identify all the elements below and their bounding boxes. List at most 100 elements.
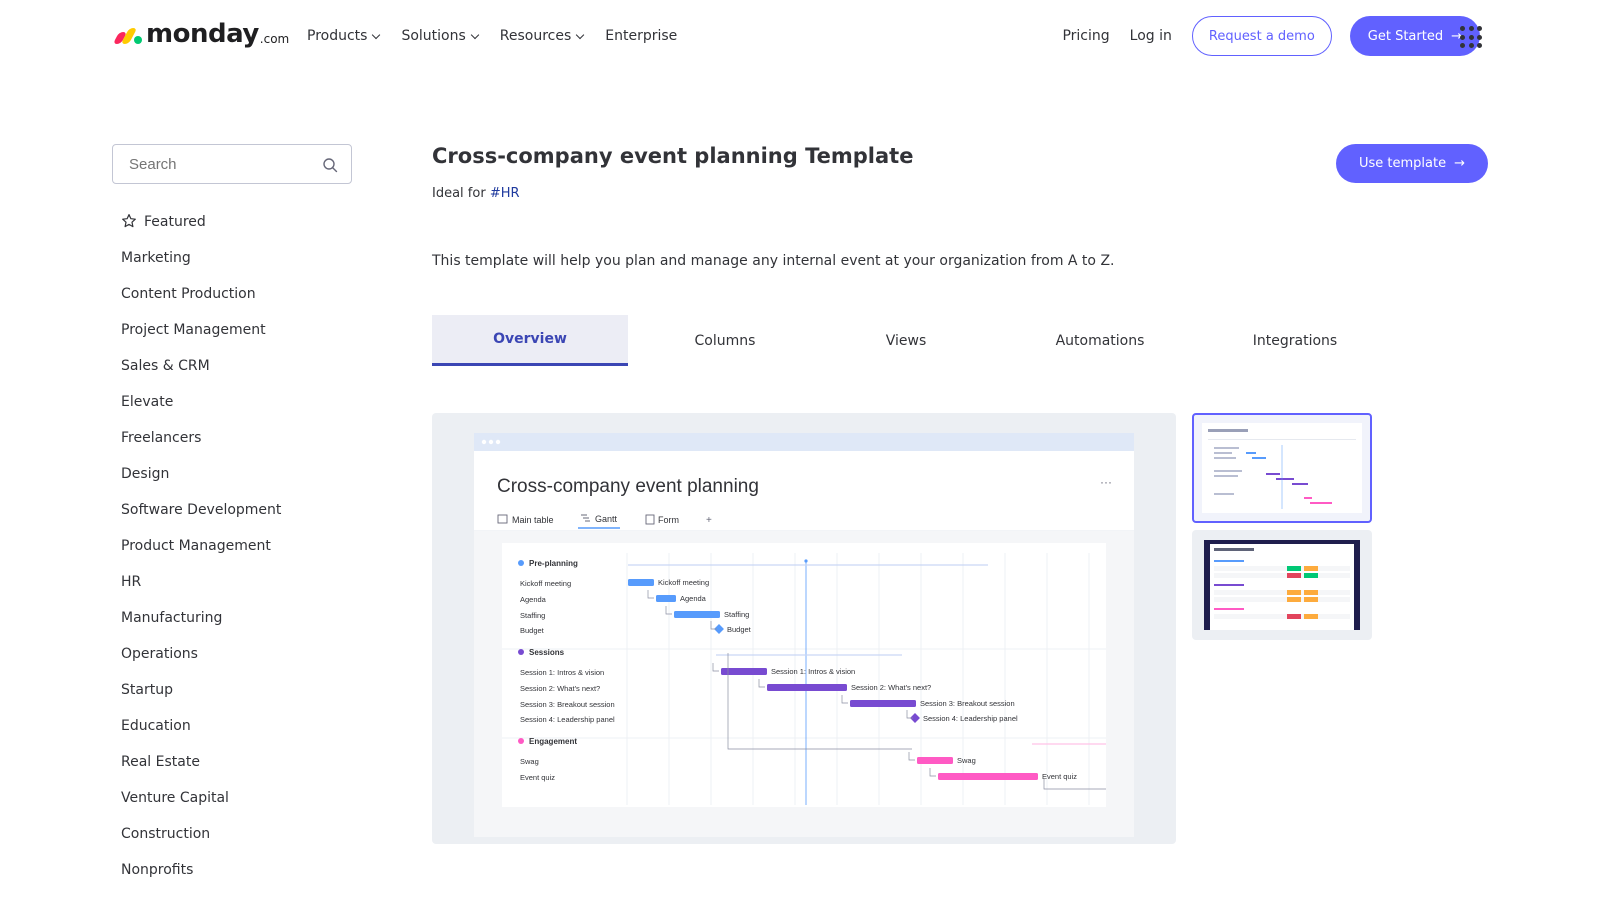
sidebar-item-label: Project Management: [121, 322, 266, 338]
ideal-for: Ideal for #HR: [432, 186, 520, 201]
sidebar-item-nonprofits[interactable]: Nonprofits: [121, 860, 281, 896]
sidebar-item-product-management[interactable]: Product Management: [121, 536, 281, 572]
template-tabs: Overview Columns Views Automations Integ…: [432, 315, 1380, 366]
grid-icon[interactable]: [1460, 26, 1482, 48]
thumbnail-gantt-image: [1202, 423, 1362, 513]
preview-thumbnail-gantt[interactable]: [1192, 413, 1372, 523]
view-form: Form: [658, 515, 679, 525]
gantt-item-name: Session 3: Breakout session: [520, 700, 615, 709]
category-list: Featured Marketing Content Production Proj…: [121, 212, 281, 896]
group-color-dot: [518, 649, 524, 655]
sidebar-item-education[interactable]: Education: [121, 716, 281, 752]
nav-solutions[interactable]: Solutions: [401, 26, 480, 46]
gantt-item-name: Agenda: [520, 595, 547, 604]
sidebar-item-project-management[interactable]: Project Management: [121, 320, 281, 356]
nav-resources[interactable]: Resources: [500, 26, 585, 46]
sidebar-item-label: Real Estate: [121, 754, 200, 770]
sidebar-item-real-estate[interactable]: Real Estate: [121, 752, 281, 788]
sidebar-item-startup[interactable]: Startup: [121, 680, 281, 716]
sidebar-item-design[interactable]: Design: [121, 464, 281, 500]
gantt-bar-label: Session 3: Breakout session: [920, 699, 1015, 708]
sidebar-item-label: Featured: [144, 214, 206, 230]
nav-enterprise-label: Enterprise: [605, 28, 678, 44]
sidebar-item-operations[interactable]: Operations: [121, 644, 281, 680]
sidebar-item-venture-capital[interactable]: Venture Capital: [121, 788, 281, 824]
template-preview-image: Cross-company event planning ··· Main ta…: [432, 413, 1176, 844]
get-started-label: Get Started: [1367, 28, 1444, 44]
gantt-item-name: Event quiz: [520, 773, 555, 782]
sidebar-item-marketing[interactable]: Marketing: [121, 248, 281, 284]
tab-automations[interactable]: Automations: [990, 315, 1210, 366]
sidebar-item-label: Construction: [121, 826, 211, 842]
sidebar-item-software-development[interactable]: Software Development: [121, 500, 281, 536]
sidebar-item-hr[interactable]: HR: [121, 572, 281, 608]
monday-logo[interactable]: monday .com: [112, 18, 289, 50]
group-color-dot: [518, 738, 524, 744]
gantt-item-name: Swag: [520, 757, 539, 766]
sidebar-item-construction[interactable]: Construction: [121, 824, 281, 860]
gantt-bar-label: Staffing: [724, 610, 749, 619]
sidebar-item-sales-crm[interactable]: Sales & CRM: [121, 356, 281, 392]
tab-overview[interactable]: Overview: [432, 315, 628, 366]
sidebar-item-content-production[interactable]: Content Production: [121, 284, 281, 320]
gantt-item-name: Kickoff meeting: [520, 579, 571, 588]
sidebar-item-label: Education: [121, 718, 191, 734]
ideal-for-label: Ideal for: [432, 186, 486, 201]
arrow-right-icon: →: [1454, 156, 1465, 171]
gantt-item-name: Session 2: What's next?: [520, 684, 600, 693]
nav-menu: Products Solutions Resources Enterprise: [307, 26, 699, 46]
gantt-bar-label: Agenda: [680, 594, 707, 603]
gantt-bar: [767, 684, 847, 691]
logo-wordmark: monday: [146, 19, 259, 49]
gantt-item-name: Session 1: Intros & vision: [520, 668, 604, 677]
use-template-button[interactable]: Use template →: [1336, 144, 1488, 183]
gantt-bar: [917, 757, 953, 764]
nav-enterprise[interactable]: Enterprise: [605, 26, 677, 46]
sidebar-item-featured[interactable]: Featured: [121, 212, 281, 248]
nav-products[interactable]: Products: [307, 26, 381, 46]
gantt-bar-label: Swag: [957, 756, 976, 765]
group-color-dot: [518, 560, 524, 566]
gantt-bar-label: Budget: [727, 625, 752, 634]
gantt-bar-label: Session 4: Leadership panel: [923, 714, 1018, 723]
sidebar-item-label: Elevate: [121, 394, 174, 410]
gantt-bar: [850, 700, 916, 707]
login-link[interactable]: Log in: [1130, 28, 1172, 44]
tab-views[interactable]: Views: [822, 315, 990, 366]
search-icon[interactable]: [322, 157, 338, 173]
page-title: Cross-company event planning Template: [432, 144, 914, 168]
sidebar-item-manufacturing[interactable]: Manufacturing: [121, 608, 281, 644]
sidebar-item-label: Software Development: [121, 502, 282, 518]
gantt-bar: [938, 773, 1038, 780]
chevron-down-icon: [576, 30, 585, 39]
logo-suffix: .com: [259, 32, 290, 46]
preview-thumbnail-table[interactable]: [1192, 530, 1372, 640]
tab-integrations[interactable]: Integrations: [1210, 315, 1380, 366]
tab-columns[interactable]: Columns: [628, 315, 822, 366]
gantt-group-title: Engagement: [529, 737, 577, 746]
sidebar-item-label: Marketing: [121, 250, 191, 266]
sidebar-item-freelancers[interactable]: Freelancers: [121, 428, 281, 464]
ideal-for-tag-link[interactable]: #HR: [490, 186, 520, 201]
sidebar-item-label: Freelancers: [121, 430, 202, 446]
nav-solutions-label: Solutions: [401, 28, 466, 44]
search-box: [112, 144, 352, 184]
gantt-bar-label: Kickoff meeting: [658, 578, 709, 587]
sidebar-item-label: Operations: [121, 646, 198, 662]
view-gantt: Gantt: [595, 514, 618, 524]
use-template-label: Use template: [1358, 156, 1447, 171]
gantt-item-name: Budget: [520, 626, 545, 635]
sidebar-item-label: Startup: [121, 682, 173, 698]
request-demo-button[interactable]: Request a demo: [1191, 16, 1332, 56]
search-input[interactable]: [129, 155, 309, 173]
more-options-icon: ···: [1100, 475, 1112, 489]
nav-products-label: Products: [307, 28, 368, 44]
chevron-down-icon: [470, 30, 480, 39]
sidebar-item-label: Content Production: [121, 286, 256, 302]
sidebar-item-label: HR: [121, 574, 142, 590]
gantt-group-title: Sessions: [529, 648, 565, 657]
pricing-link[interactable]: Pricing: [1062, 28, 1109, 44]
sidebar-item-label: Sales & CRM: [121, 358, 210, 374]
sidebar-item-elevate[interactable]: Elevate: [121, 392, 281, 428]
thumbnail-table-image: [1204, 540, 1360, 630]
